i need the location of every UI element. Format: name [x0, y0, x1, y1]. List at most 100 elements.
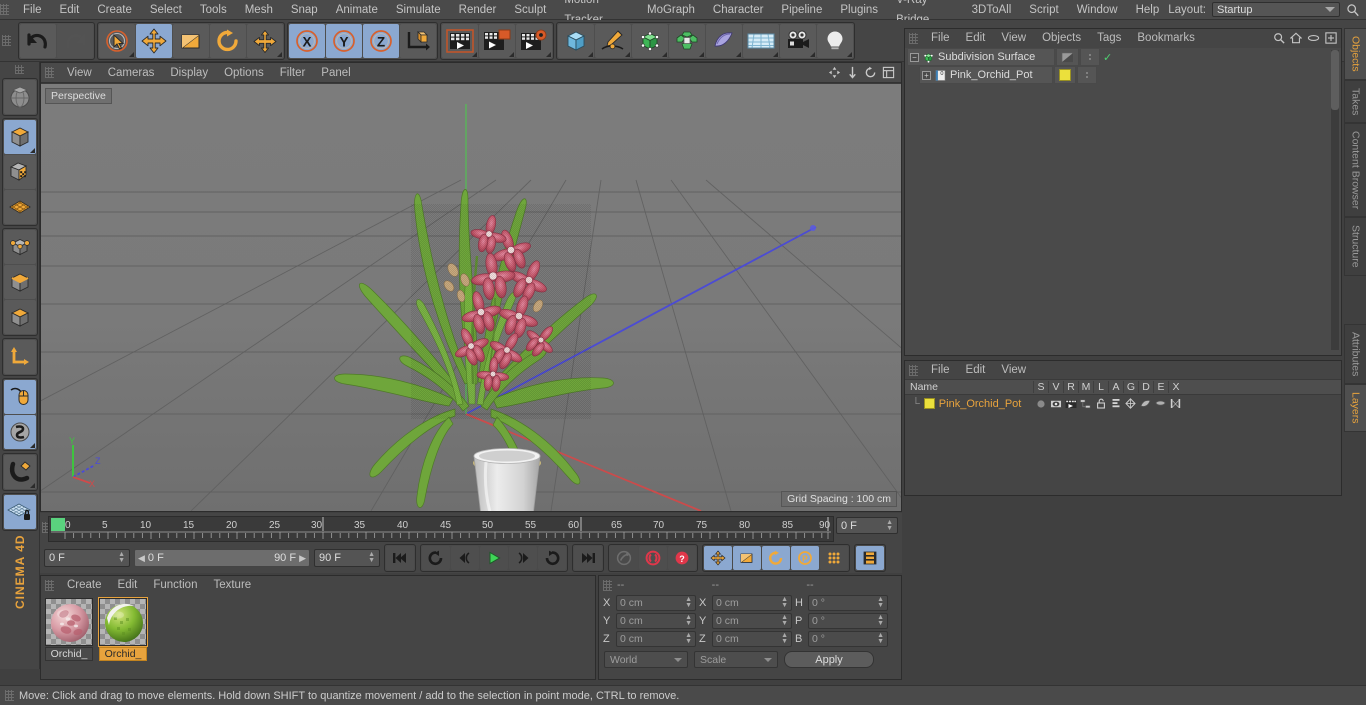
z-axis-lock-button[interactable]: Z [363, 23, 399, 58]
ellipse-icon[interactable] [1307, 32, 1320, 44]
vtab-structure[interactable]: Structure [1344, 217, 1366, 276]
om-menu-tags[interactable]: Tags [1089, 29, 1129, 47]
soft-selection-button[interactable] [3, 415, 36, 449]
menu-pipeline[interactable]: Pipeline [772, 0, 831, 20]
spinner-icon[interactable]: ▲ ▼ [877, 614, 884, 627]
viewport-menu-view[interactable]: View [59, 64, 100, 82]
spinner-icon[interactable]: ▲ ▼ [685, 596, 692, 609]
visibility-dots-icon[interactable] [1089, 54, 1091, 60]
frame-range-slider[interactable]: ◀ 0 F 90 F ▶ [134, 549, 310, 567]
viewport-menu-cameras[interactable]: Cameras [100, 64, 163, 82]
layer-col-a[interactable]: A [1108, 381, 1123, 393]
viewport-zoom-icon[interactable] [846, 66, 859, 79]
animation-mode-button[interactable] [856, 546, 884, 570]
object-enabled-check[interactable]: ✓ [1103, 51, 1112, 64]
previous-key-button[interactable] [451, 546, 479, 570]
texture-mode-button[interactable] [3, 155, 36, 189]
add-light-button[interactable] [817, 23, 853, 58]
object-visibility-dots[interactable] [1077, 66, 1097, 84]
om-menu-view[interactable]: View [993, 29, 1034, 47]
coordinate-mode-dropdown[interactable]: Scale [694, 651, 778, 668]
go-to-start-button[interactable] [386, 546, 414, 570]
spinner-icon[interactable]: ▲ ▼ [685, 614, 692, 627]
viewport-grip[interactable] [45, 67, 54, 78]
layer-cell-visible[interactable] [1048, 399, 1063, 409]
coord-field-pos-z[interactable]: 0 cm ▲ ▼ [616, 631, 696, 647]
coord-field-pos-x[interactable]: 0 cm ▲ ▼ [616, 595, 696, 611]
menubar-grip[interactable] [0, 4, 9, 15]
spinner-icon[interactable]: ▲ ▼ [685, 632, 692, 645]
menu-mesh[interactable]: Mesh [236, 0, 282, 20]
layer-cell-lock[interactable] [1093, 398, 1108, 409]
render-settings-button[interactable] [516, 23, 552, 58]
vtab-layers[interactable]: Layers [1344, 384, 1366, 432]
key-rotation-button[interactable] [762, 546, 790, 570]
layer-cell-render[interactable] [1063, 399, 1078, 409]
spinner-icon[interactable]: ▲ ▼ [781, 596, 788, 609]
lm-menu-edit[interactable]: Edit [958, 361, 994, 379]
material-swatch-orchid-leaf[interactable] [98, 597, 148, 647]
menu-plugins[interactable]: Plugins [831, 0, 887, 20]
x-axis-lock-button[interactable]: X [289, 23, 325, 58]
viewport-menu-display[interactable]: Display [162, 64, 216, 82]
menu-render[interactable]: Render [450, 0, 506, 20]
object-name-cell[interactable]: + 0 Pink_Orchid_Pot [919, 66, 1053, 84]
menu-animate[interactable]: Animate [327, 0, 387, 20]
material-menu-function[interactable]: Function [145, 576, 205, 594]
render-view-button[interactable] [442, 23, 478, 58]
search-icon[interactable] [1346, 3, 1360, 17]
coord-field-rot-b[interactable]: 0 ° ▲ ▼ [808, 631, 888, 647]
key-pla-button[interactable] [820, 546, 848, 570]
expand-icon[interactable] [1325, 32, 1337, 44]
layer-color-swatch[interactable] [1059, 69, 1071, 81]
home-icon[interactable] [1290, 32, 1302, 44]
add-scene-object-button[interactable] [706, 23, 742, 58]
add-environment-button[interactable] [743, 23, 779, 58]
layer-col-e[interactable]: E [1153, 381, 1168, 393]
spinner-icon[interactable]: ▲ ▼ [368, 551, 375, 564]
viewport-maximize-icon[interactable] [882, 66, 895, 79]
coord-field-size-x[interactable]: 0 cm ▲ ▼ [712, 595, 792, 611]
layer-col-m[interactable]: M [1078, 381, 1093, 393]
spinner-icon[interactable]: ▲ ▼ [877, 596, 884, 609]
end-frame-field[interactable]: 90 F ▲ ▼ [314, 549, 380, 567]
points-mode-button[interactable] [3, 230, 36, 264]
expand-icon[interactable]: + [922, 70, 931, 80]
viewport-menu-panel[interactable]: Panel [313, 64, 358, 82]
layer-col-v[interactable]: V [1048, 381, 1063, 393]
range-left-arrow-icon[interactable]: ◀ [138, 553, 145, 564]
spinner-icon[interactable]: ▲ ▼ [877, 632, 884, 645]
toolbar-grip[interactable] [2, 35, 11, 46]
edges-mode-button[interactable] [3, 265, 36, 299]
coordinate-system-dropdown[interactable]: World [604, 651, 688, 668]
range-right-arrow-icon[interactable]: ▶ [299, 553, 306, 564]
layer-cell-solo[interactable] [1033, 399, 1048, 409]
material-menu-create[interactable]: Create [59, 576, 110, 594]
timeline-ruler[interactable]: 0 5 10 15 20 25 30 35 40 45 50 55 60 65 … [48, 516, 834, 542]
layer-cell-expressions[interactable] [1153, 399, 1168, 408]
menu-select[interactable]: Select [141, 0, 191, 20]
start-frame-field[interactable]: 0 F ▲ ▼ [44, 549, 130, 567]
key-position-button[interactable] [704, 546, 732, 570]
object-row[interactable]: − Subdivision Surface ✓ [905, 48, 1341, 66]
layer-cell-manager[interactable] [1078, 399, 1093, 409]
menu-simulate[interactable]: Simulate [387, 0, 450, 20]
layer-cell-xref[interactable] [1168, 398, 1183, 409]
material-grip[interactable] [45, 579, 54, 591]
om-menu-objects[interactable]: Objects [1034, 29, 1089, 47]
render-picture-viewer-button[interactable] [479, 23, 515, 58]
magnet-button[interactable] [3, 455, 36, 489]
coord-field-pos-y[interactable]: 0 cm ▲ ▼ [616, 613, 696, 629]
spinner-icon[interactable]: ▲ ▼ [118, 551, 125, 564]
move-tool-button[interactable] [136, 23, 172, 58]
object-row[interactable]: + 0 Pink_Orchid_Pot [905, 66, 1341, 84]
object-tag-cell[interactable] [1056, 48, 1079, 66]
spinner-icon[interactable]: ▲ ▼ [781, 614, 788, 627]
left-toolbar-grip[interactable] [15, 65, 24, 74]
viewport-camera-label[interactable]: Perspective [45, 88, 112, 104]
object-manager-grip[interactable] [909, 32, 918, 44]
object-tag-cell[interactable] [1054, 66, 1076, 84]
om-menu-edit[interactable]: Edit [958, 29, 994, 47]
spinner-icon[interactable]: ▲ ▼ [781, 632, 788, 645]
om-menu-bookmarks[interactable]: Bookmarks [1129, 29, 1203, 47]
